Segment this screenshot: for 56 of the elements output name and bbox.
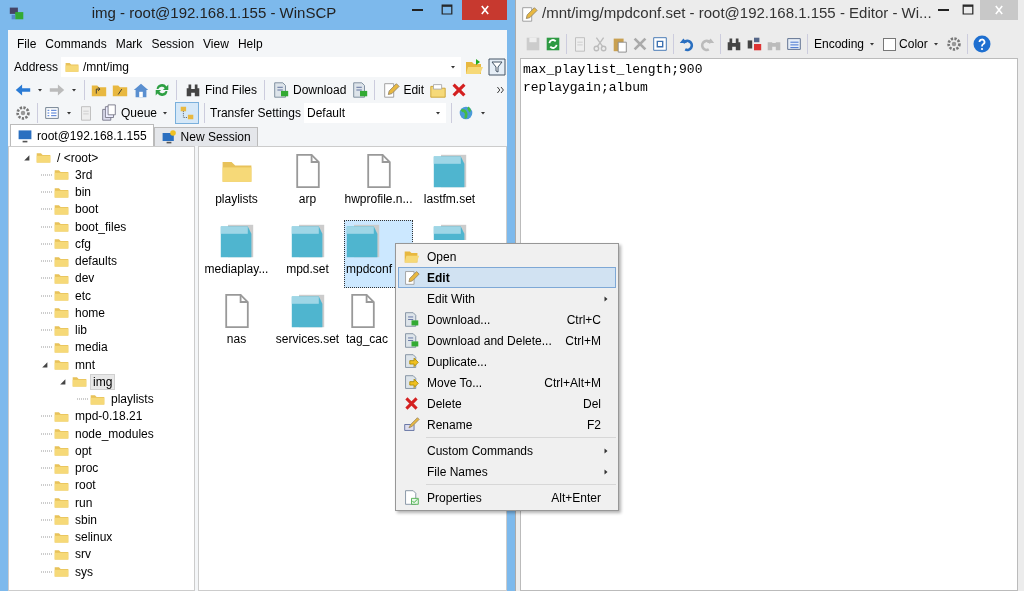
tree-item[interactable]: node_modules (72, 425, 157, 442)
directory-entry[interactable]: mpd.set (273, 220, 342, 288)
tree-item[interactable]: img (90, 373, 116, 390)
tree-item[interactable]: defaults (72, 253, 121, 270)
tree-item[interactable]: lib (72, 322, 90, 339)
tree-item[interactable]: root (72, 477, 99, 494)
transfer-settings-label: Transfer Settings (210, 105, 301, 120)
tree-item[interactable]: 3rd (72, 166, 96, 183)
tree-item[interactable]: mnt (72, 356, 98, 373)
menu-item[interactable]: Session (148, 36, 198, 51)
tree-item[interactable]: home (72, 304, 109, 321)
text-line: max_playlist_length;900 (523, 61, 704, 79)
text-line: replaygain;album (523, 79, 649, 97)
transfer-settings-dropdown[interactable]: Default (303, 102, 446, 123)
encoding-button[interactable]: Encoding (812, 33, 880, 55)
tree-item[interactable]: selinux (72, 529, 116, 546)
directory-entry[interactable]: playlists (202, 150, 271, 218)
color-button[interactable]: Color (881, 33, 943, 55)
menu-item[interactable]: Edit (398, 267, 616, 288)
session-tab[interactable]: New Session (153, 127, 258, 146)
menu-item[interactable]: File (14, 36, 40, 51)
address-field[interactable]: /mnt/img (61, 56, 461, 77)
tree-item[interactable]: opt (72, 442, 95, 459)
directory-entry[interactable]: arp (273, 150, 342, 218)
directory-entry[interactable]: hwprofile.n... (344, 150, 413, 218)
directory-entry[interactable]: lastfm.set (415, 150, 484, 218)
tree-item[interactable]: etc (72, 287, 94, 304)
tree-item[interactable]: srv (72, 546, 94, 563)
tree-item[interactable]: cfg (72, 235, 94, 252)
session-tab[interactable]: root@192.168.1.155 (10, 124, 154, 146)
tree-item[interactable]: bin (72, 184, 94, 201)
tree-item[interactable]: mpd-0.18.21 (72, 408, 146, 425)
menu-item[interactable]: Mark (112, 36, 146, 51)
tree-item[interactable]: dev (72, 270, 98, 287)
queue-button[interactable]: Queue (98, 101, 173, 124)
address-label: Address (14, 59, 59, 74)
menu-item[interactable]: Help (234, 36, 266, 51)
tree-item[interactable]: boot_files (72, 218, 130, 235)
directory-entry[interactable]: mediaplay... (202, 220, 271, 288)
tree-item[interactable]: playlists (108, 391, 157, 408)
edit-button[interactable]: Edit (380, 78, 427, 101)
menu-item[interactable]: View (200, 36, 232, 51)
tree-item[interactable]: run (72, 494, 96, 511)
tree-item[interactable]: / <root> (54, 149, 102, 166)
tree-item[interactable]: sbin (72, 511, 100, 528)
directory-entry[interactable]: nas (202, 290, 271, 358)
menu-item[interactable]: Commands (42, 36, 110, 51)
find-files-button[interactable]: Find Files (182, 78, 259, 101)
tree-item[interactable]: media (72, 339, 111, 356)
tree-item[interactable]: sys (72, 563, 96, 580)
tree-item[interactable]: proc (72, 460, 102, 477)
download-button[interactable]: Download (270, 78, 349, 101)
window-title: img - root@192.168.1.155 - WinSCP (90, 3, 338, 21)
window-title: /mnt/img/mpdconf.set - root@192.168.1.155 - Editor - Wi... (541, 3, 932, 21)
directory-entry[interactable]: services.set (273, 290, 342, 358)
tree-item[interactable]: boot (72, 201, 102, 218)
